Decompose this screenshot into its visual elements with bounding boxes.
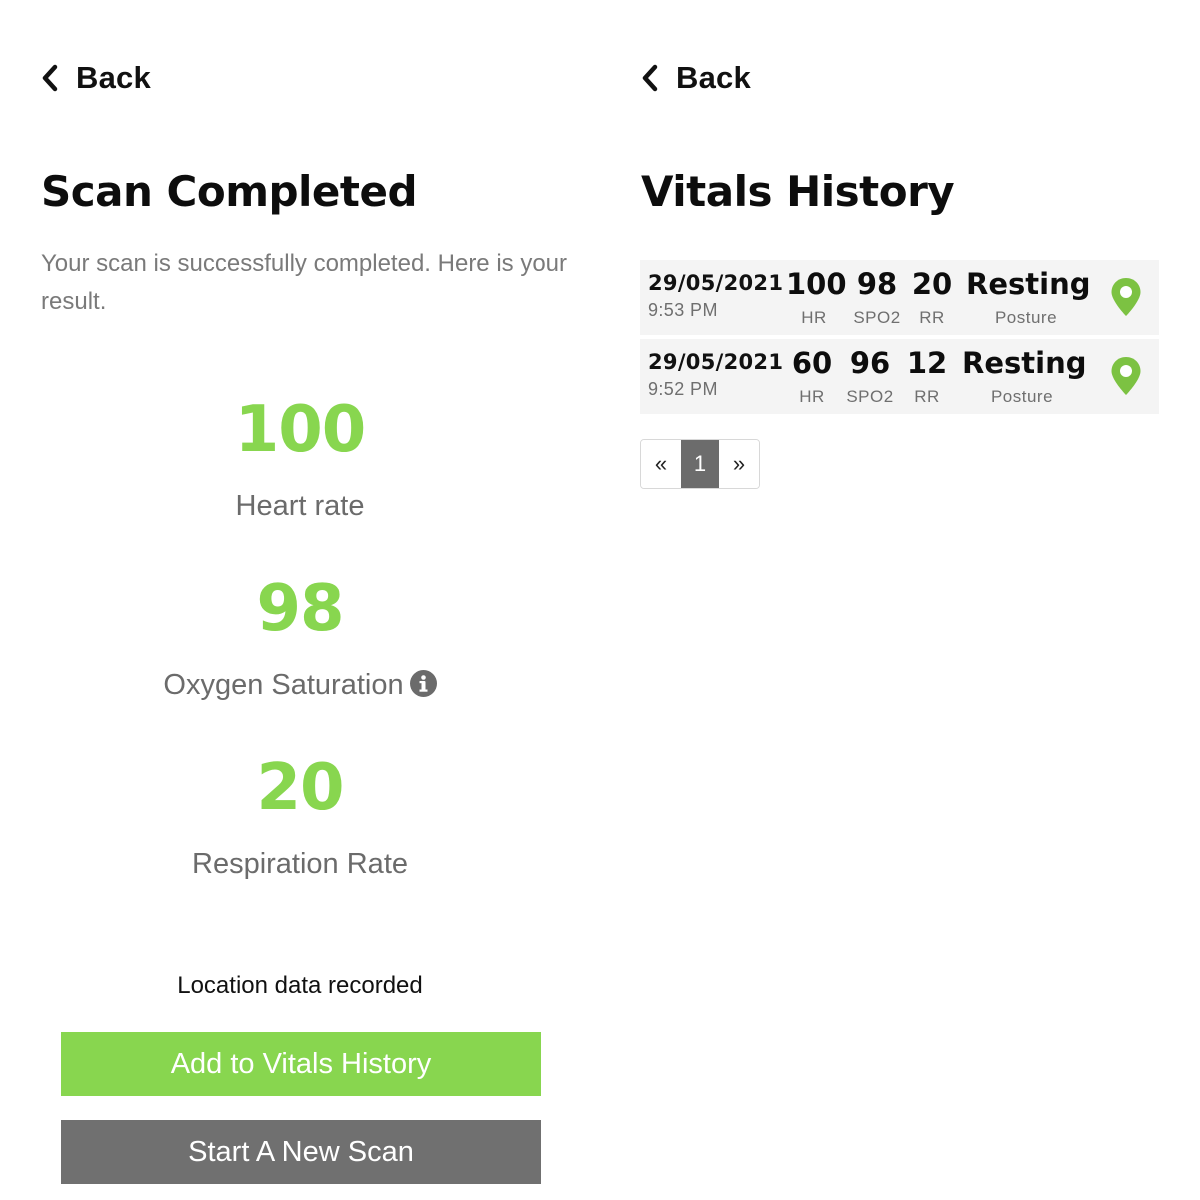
location-note: Location data recorded: [177, 972, 423, 999]
row-time: 9:52 PM: [648, 379, 718, 399]
hr-unit: HR: [801, 308, 827, 327]
heart-rate-label: Heart rate: [235, 490, 365, 522]
hr-value: 60: [791, 346, 833, 380]
add-to-vitals-history-button[interactable]: Add to Vitals History: [61, 1032, 541, 1096]
rr-value: 20: [911, 267, 953, 301]
spo2-cell: 96 SPO2: [843, 345, 897, 407]
row-time: 9:53 PM: [648, 300, 718, 320]
pagination-next-button[interactable]: »: [719, 440, 759, 488]
map-pin-icon[interactable]: [1110, 356, 1142, 396]
spo2-cell: 98 SPO2: [850, 266, 904, 328]
rr-unit: RR: [919, 308, 945, 327]
back-label: Back: [676, 60, 751, 95]
respiration-rate-label: Respiration Rate: [192, 848, 408, 880]
posture-value: Resting: [966, 267, 1091, 301]
hr-unit: HR: [799, 387, 825, 406]
pagination-prev-button[interactable]: «: [641, 440, 681, 488]
oxygen-saturation-label: Oxygen Saturation: [163, 669, 404, 701]
posture-cell: Resting Posture: [962, 345, 1087, 407]
back-label: Back: [76, 60, 151, 95]
history-row[interactable]: 29/05/2021 9:52 PM 60 HR 96 SPO2 12 RR R…: [640, 339, 1159, 414]
posture-cell: Resting Posture: [966, 266, 1091, 328]
oxygen-saturation-value: 98: [256, 572, 344, 646]
rr-cell: 12 RR: [905, 345, 949, 407]
posture-unit: Posture: [990, 387, 1054, 406]
posture-value: Resting: [962, 346, 1087, 380]
hr-cell: 100 HR: [786, 266, 847, 328]
chevron-left-icon: [642, 64, 658, 92]
vitals-history-screen: Back Vitals History 29/05/2021 9:53 PM 1…: [600, 0, 1200, 1200]
pagination-page-1[interactable]: 1: [681, 440, 719, 488]
map-pin-icon[interactable]: [1110, 277, 1142, 317]
chevron-left-icon: [42, 64, 58, 92]
info-icon[interactable]: [409, 670, 437, 697]
scan-subtitle: Your scan is successfully completed. Her…: [41, 250, 568, 315]
respiration-rate-metric: 20 Respiration Rate: [0, 752, 600, 881]
row-date: 29/05/2021: [648, 350, 784, 374]
row-date: 29/05/2021: [648, 271, 784, 295]
oxygen-saturation-metric: 98 Oxygen Saturation: [0, 573, 600, 702]
heart-rate-value: 100: [234, 393, 367, 467]
scan-completed-screen: Back Scan Completed Your scan is success…: [0, 0, 600, 1200]
spo2-value: 98: [856, 267, 898, 301]
heart-rate-metric: 100 Heart rate: [0, 394, 600, 523]
spo2-value: 96: [849, 346, 891, 380]
history-row[interactable]: 29/05/2021 9:53 PM 100 HR 98 SPO2 20 RR …: [640, 260, 1159, 335]
rr-cell: 20 RR: [910, 266, 954, 328]
hr-value: 100: [786, 267, 847, 301]
pagination: « 1 »: [640, 439, 760, 489]
back-button[interactable]: Back: [640, 60, 751, 96]
respiration-rate-value: 20: [256, 751, 344, 825]
hr-cell: 60 HR: [788, 345, 836, 407]
start-new-scan-button[interactable]: Start A New Scan: [61, 1120, 541, 1184]
oxygen-saturation-row: Oxygen Saturation: [0, 669, 600, 702]
spo2-unit: SPO2: [846, 387, 894, 406]
posture-unit: Posture: [994, 308, 1058, 327]
back-button[interactable]: Back: [40, 60, 151, 96]
rr-value: 12: [906, 346, 948, 380]
spo2-unit: SPO2: [853, 308, 901, 327]
page-title: Vitals History: [641, 167, 955, 216]
rr-unit: RR: [914, 387, 940, 406]
page-title: Scan Completed: [41, 167, 418, 216]
